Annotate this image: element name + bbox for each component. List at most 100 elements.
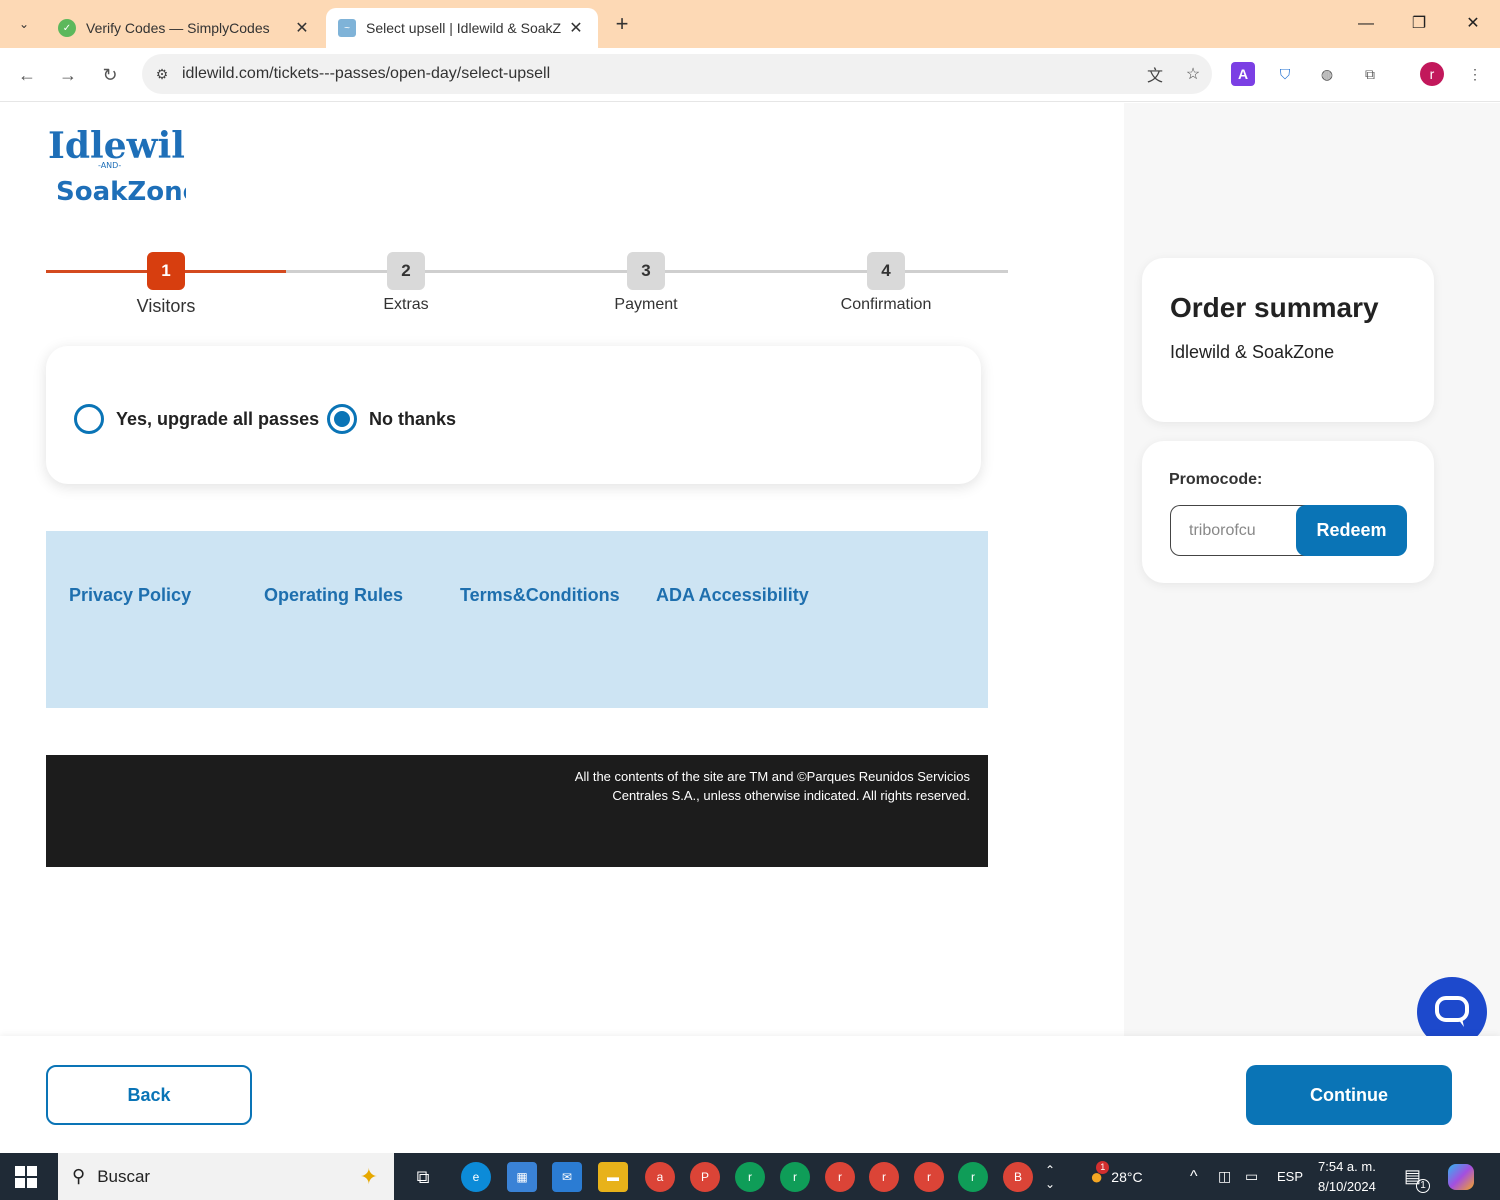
park-name: Idlewild & SoakZone <box>1170 342 1335 362</box>
browser-toolbar: ← → ↻ ⚙ idlewild.com/tickets---passes/op… <box>0 48 1500 102</box>
mail-icon[interactable]: ✉ <box>552 1162 582 1192</box>
idlewild-soakzone-logo[interactable]: Idlewild -AND- SoakZone <box>46 118 210 210</box>
chrome-profile-a-icon[interactable]: a <box>645 1162 675 1192</box>
windows-taskbar: ⚲ Buscar ✦ ⧉ e ▦ ✉ ▬ a P r r r r r r B ⌃… <box>0 1153 1500 1200</box>
promocode-label: Promocode: <box>1169 471 1263 488</box>
step-label: Visitors <box>136 296 196 316</box>
weather-sun-icon: ● 1 <box>1090 1160 1110 1190</box>
edge-browser-icon[interactable]: e <box>461 1162 491 1192</box>
meet-now-icon[interactable]: ◫ <box>1218 1153 1231 1200</box>
footer-links-bar: Privacy Policy Operating Rules Terms&Con… <box>46 531 988 708</box>
order-summary-card: Order summary Idlewild & SoakZone <box>1142 258 1434 422</box>
step-number: 4 <box>867 252 905 290</box>
copyright-text: All the contents of the site are TM and … <box>450 767 970 805</box>
chrome-profile-r-icon[interactable]: r <box>780 1162 810 1192</box>
chrome-profile-p-icon[interactable]: P <box>690 1162 720 1192</box>
chat-bubble-icon <box>1435 996 1469 1027</box>
taskbar-scroll-arrows-icon[interactable]: ⌃ ⌄ <box>1045 1153 1055 1200</box>
tab-search-chevron-icon[interactable]: ⌄ <box>10 10 38 38</box>
profile-avatar[interactable]: r <box>1420 62 1444 86</box>
globe-extension-icon[interactable]: ◍ <box>1315 62 1339 86</box>
step-payment[interactable]: 3 Payment <box>586 252 706 314</box>
weather-badge: 1 <box>1096 1160 1110 1174</box>
copilot-icon[interactable] <box>1448 1153 1474 1200</box>
browser-tab-strip: ⌄ ✓ Verify Codes — SimplyCodes ✕ ~ Selec… <box>0 0 1500 48</box>
step-label: Extras <box>383 296 429 313</box>
tray-overflow-chevron-icon[interactable]: ^ <box>1190 1153 1198 1200</box>
back-button[interactable]: Back <box>46 1065 252 1125</box>
task-view-icon[interactable]: ⧉ <box>408 1162 438 1192</box>
chrome-profile-r-icon[interactable]: r <box>735 1162 765 1192</box>
chrome-profile-r-icon[interactable]: r <box>869 1162 899 1192</box>
privacy-policy-link[interactable]: Privacy Policy <box>69 585 191 606</box>
chrome-profile-r-icon[interactable]: r <box>958 1162 988 1192</box>
continue-button[interactable]: Continue <box>1246 1065 1452 1125</box>
new-tab-plus-icon[interactable]: + <box>610 12 634 36</box>
clock-time: 7:54 a. m. <box>1318 1158 1376 1174</box>
language-indicator[interactable]: ESP <box>1277 1153 1303 1200</box>
tab-title: Verify Codes — SimplyCodes <box>86 20 270 36</box>
address-bar[interactable]: ⚙ idlewild.com/tickets---passes/open-day… <box>142 54 1212 94</box>
restore-icon[interactable]: ❐ <box>1405 10 1433 38</box>
weather-widget[interactable]: ● 1 28°C <box>1090 1153 1143 1200</box>
tab-verify-codes[interactable]: ✓ Verify Codes — SimplyCodes ✕ <box>46 8 324 48</box>
bookmark-star-icon[interactable]: ☆ <box>1174 64 1212 84</box>
upsell-card: Yes, upgrade all passes No thanks <box>46 346 981 484</box>
step-number: 3 <box>627 252 665 290</box>
tab-select-upsell[interactable]: ~ Select upsell | Idlewild & SoakZ ✕ <box>326 8 598 48</box>
step-extras[interactable]: 2 Extras <box>346 252 466 314</box>
order-summary-title: Order summary <box>1170 292 1379 323</box>
sparkle-icon: ✦ <box>359 1163 378 1189</box>
copyright-bar: All the contents of the site are TM and … <box>46 755 988 867</box>
shield-extension-icon[interactable]: ⛉ <box>1273 62 1297 86</box>
copyright-line2: Centrales S.A., unless otherwise indicat… <box>612 788 970 803</box>
store-icon[interactable]: ▦ <box>507 1162 537 1192</box>
translate-icon[interactable]: 文 <box>1136 62 1174 86</box>
radio-button-checked[interactable] <box>327 404 357 434</box>
site-settings-icon[interactable]: ⚙ <box>142 66 182 83</box>
radio-button[interactable] <box>74 404 104 434</box>
logo-line2: SoakZone <box>56 177 186 207</box>
back-arrow-icon[interactable]: ← <box>14 62 40 88</box>
simplycodes-favicon-icon: ✓ <box>58 19 76 37</box>
kebab-menu-icon[interactable]: ⋮ <box>1463 62 1487 86</box>
step-number: 2 <box>387 252 425 290</box>
option-label[interactable]: Yes, upgrade all passes <box>116 409 319 430</box>
terms-conditions-link[interactable]: Terms&Conditions <box>460 585 620 606</box>
puzzle-extensions-icon[interactable]: ⧉ <box>1358 62 1382 86</box>
clock[interactable]: 7:54 a. m. 8/10/2024 <box>1318 1153 1376 1200</box>
option-label[interactable]: No thanks <box>369 409 456 430</box>
step-number: 1 <box>147 252 185 290</box>
no-thanks-option[interactable]: No thanks <box>327 404 456 434</box>
search-placeholder: Buscar <box>97 1166 151 1186</box>
extension-a-icon[interactable]: A <box>1231 62 1255 86</box>
copyright-line1: All the contents of the site are TM and … <box>574 769 970 784</box>
file-explorer-icon[interactable]: ▬ <box>598 1162 628 1192</box>
tab-title: Select upsell | Idlewild & SoakZ <box>366 20 562 36</box>
network-icon[interactable]: ▭ <box>1245 1153 1258 1200</box>
chrome-profile-r-icon[interactable]: r <box>914 1162 944 1192</box>
notification-count: 1 <box>1416 1179 1430 1193</box>
upgrade-all-passes-option[interactable]: Yes, upgrade all passes <box>74 404 319 434</box>
windows-start-icon[interactable] <box>14 1165 38 1189</box>
step-confirmation[interactable]: 4 Confirmation <box>826 252 946 314</box>
chrome-profile-b-icon[interactable]: B <box>1003 1162 1033 1192</box>
window-close-icon[interactable]: ✕ <box>1459 10 1487 38</box>
notifications-icon[interactable]: ▤ 1 <box>1404 1153 1430 1200</box>
step-visitors[interactable]: 1 Visitors <box>106 252 226 317</box>
search-icon: ⚲ <box>72 1166 86 1186</box>
tab-close-icon[interactable]: ✕ <box>292 18 312 38</box>
forward-arrow-icon[interactable]: → <box>55 62 81 88</box>
reload-icon[interactable]: ↻ <box>97 62 123 88</box>
ada-accessibility-link[interactable]: ADA Accessibility <box>656 585 809 606</box>
redeem-button[interactable]: Redeem <box>1296 505 1407 556</box>
minimize-icon[interactable]: — <box>1352 10 1380 38</box>
operating-rules-link[interactable]: Operating Rules <box>264 585 403 606</box>
chrome-profile-r-icon[interactable]: r <box>825 1162 855 1192</box>
checkout-stepper: 1 Visitors 2 Extras 3 Payment 4 Confirma… <box>46 252 1008 322</box>
taskbar-search[interactable]: ⚲ Buscar ✦ <box>58 1153 394 1200</box>
tab-close-icon[interactable]: ✕ <box>566 18 586 38</box>
step-label: Payment <box>614 296 678 313</box>
step-label: Confirmation <box>840 296 932 313</box>
url-text[interactable]: idlewild.com/tickets---passes/open-day/s… <box>182 65 1136 83</box>
